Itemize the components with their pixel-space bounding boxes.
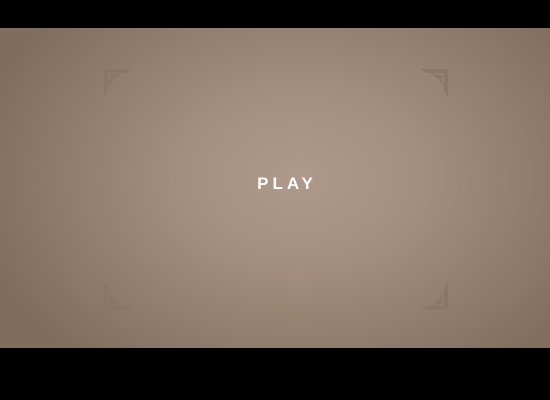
- corner-ornament-top-left-icon: [104, 69, 132, 97]
- game-screen: PLAY: [0, 0, 550, 400]
- corner-ornament-bottom-right-icon: [420, 282, 448, 310]
- game-stage: PLAY: [0, 28, 550, 348]
- corner-ornament-top-right-icon: [420, 69, 448, 97]
- play-button[interactable]: PLAY: [235, 168, 335, 200]
- letterbox-top: [0, 0, 550, 28]
- corner-ornament-bottom-left-icon: [104, 282, 132, 310]
- letterbox-bottom: [0, 348, 550, 400]
